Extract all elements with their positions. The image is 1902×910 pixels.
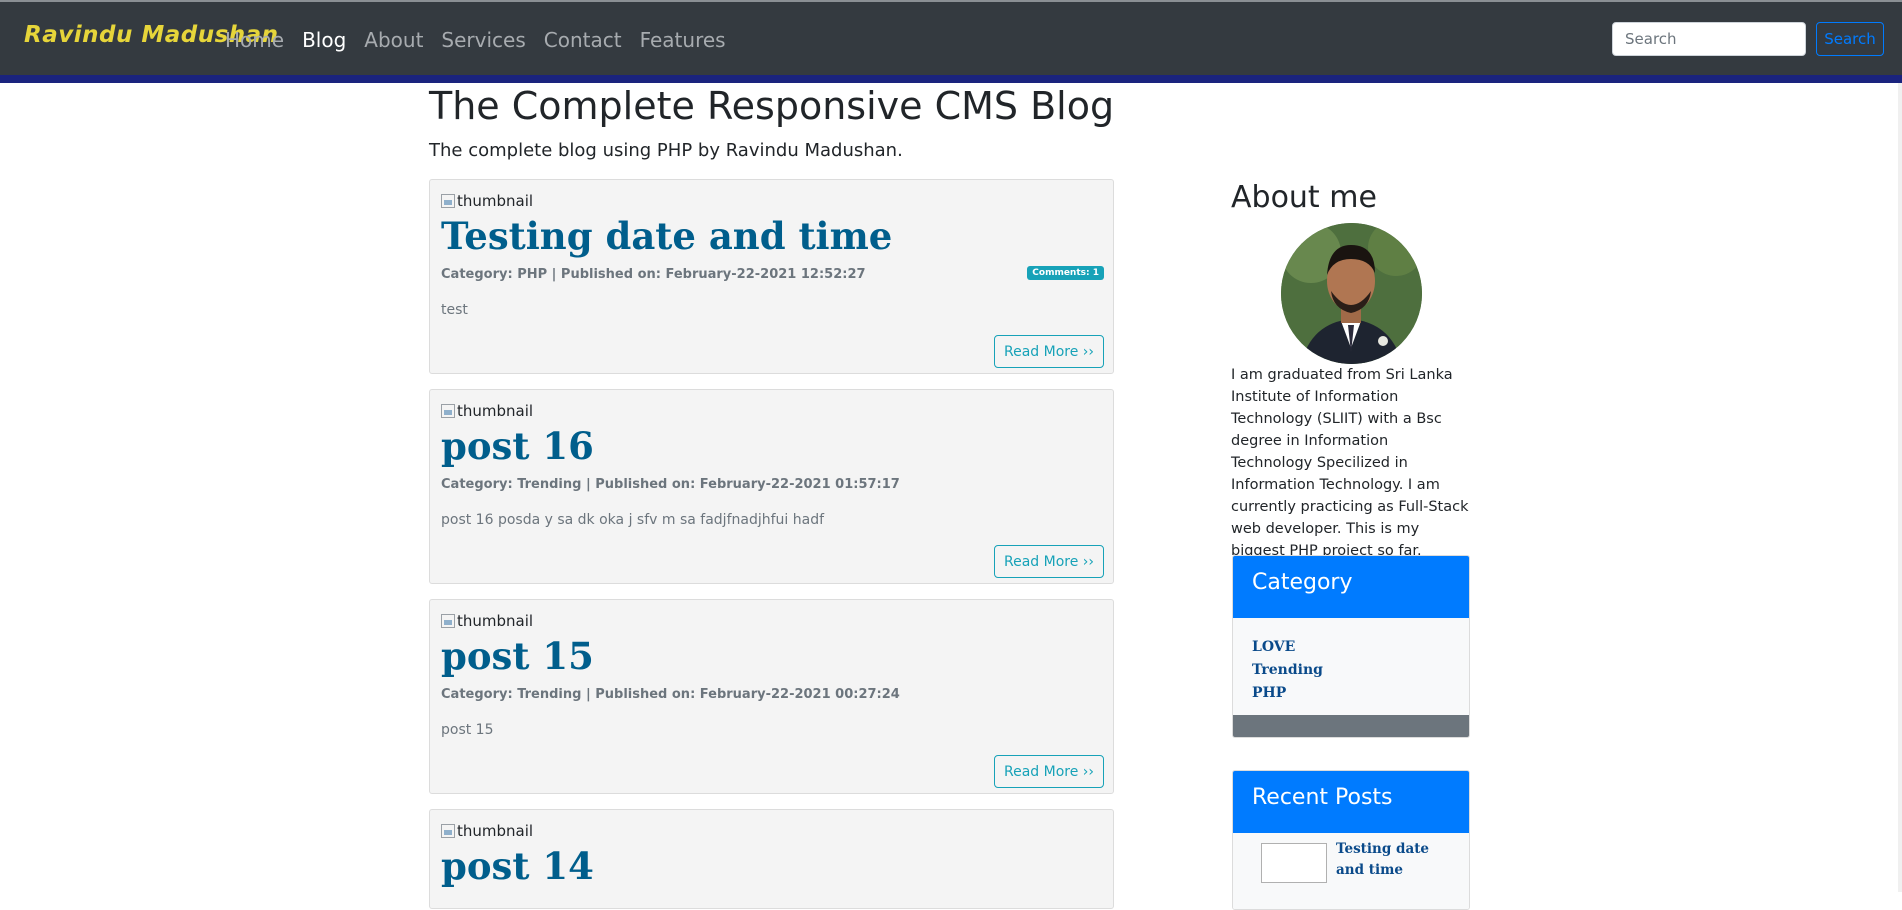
nav-links: Home Blog About Services Contact Feature… bbox=[225, 28, 744, 52]
post-thumbnail: thumbnail bbox=[441, 402, 533, 420]
nav-link-services[interactable]: Services bbox=[441, 28, 525, 52]
recent-post-title[interactable]: Testing date and time bbox=[1336, 839, 1456, 881]
page-subtitle: The complete blog using PHP by Ravindu M… bbox=[429, 140, 903, 161]
post-card: thumbnail post 16 Category: Trending | P… bbox=[429, 389, 1114, 584]
navbar: Ravindu Madushan Home Blog About Service… bbox=[0, 2, 1902, 75]
post-title[interactable]: post 14 bbox=[441, 844, 594, 888]
broken-image-icon bbox=[441, 194, 455, 208]
read-more-button[interactable]: Read More ›› bbox=[994, 335, 1104, 368]
post-card: thumbnail post 14 bbox=[429, 809, 1114, 909]
post-excerpt: post 15 bbox=[441, 722, 494, 738]
broken-image-icon bbox=[441, 404, 455, 418]
post-card: thumbnail post 15 Category: Trending | P… bbox=[429, 599, 1114, 794]
nav-link-features[interactable]: Features bbox=[640, 28, 726, 52]
category-panel-footer bbox=[1233, 715, 1469, 737]
comments-badge: Comments: 1 bbox=[1027, 266, 1104, 280]
search-button[interactable]: Search bbox=[1816, 22, 1884, 56]
post-title[interactable]: post 16 bbox=[441, 424, 594, 468]
nav-link-blog[interactable]: Blog bbox=[302, 28, 346, 52]
thumbnail-alt-text: thumbnail bbox=[457, 402, 534, 420]
category-link-love[interactable]: LOVE bbox=[1252, 636, 1450, 659]
nav-link-about[interactable]: About bbox=[364, 28, 423, 52]
about-heading: About me bbox=[1231, 180, 1377, 215]
post-excerpt: test bbox=[441, 302, 468, 318]
read-more-button[interactable]: Read More ›› bbox=[994, 755, 1104, 788]
recent-posts-panel: Recent Posts Testing date and time bbox=[1232, 770, 1470, 910]
profile-avatar bbox=[1281, 223, 1422, 364]
about-text: I am graduated from Sri Lanka Institute … bbox=[1231, 367, 1469, 559]
post-thumbnail: thumbnail bbox=[441, 612, 533, 630]
avatar-portrait bbox=[1281, 223, 1422, 364]
post-meta: Category: Trending | Published on: Febru… bbox=[441, 477, 900, 492]
broken-image-icon bbox=[441, 614, 455, 628]
recent-post-item: Testing date and time bbox=[1233, 833, 1469, 893]
post-title[interactable]: post 15 bbox=[441, 634, 594, 678]
read-more-button[interactable]: Read More ›› bbox=[994, 545, 1104, 578]
post-meta: Category: Trending | Published on: Febru… bbox=[441, 687, 900, 702]
post-thumbnail: thumbnail bbox=[441, 822, 533, 840]
recent-post-thumbnail bbox=[1261, 843, 1327, 883]
broken-image-icon bbox=[441, 824, 455, 838]
thumbnail-alt-text: thumbnail bbox=[457, 612, 534, 630]
recent-posts-list: Testing date and time bbox=[1233, 833, 1469, 909]
post-meta: Category: PHP | Published on: February-2… bbox=[441, 267, 866, 282]
thumbnail-alt-text: thumbnail bbox=[457, 822, 534, 840]
nav-link-contact[interactable]: Contact bbox=[544, 28, 622, 52]
nav-link-home[interactable]: Home bbox=[225, 28, 284, 52]
post-title[interactable]: Testing date and time bbox=[441, 214, 892, 258]
page-title: The Complete Responsive CMS Blog bbox=[429, 84, 1115, 128]
category-list: LOVE Trending PHP bbox=[1233, 618, 1469, 715]
page-scrollbar[interactable] bbox=[1898, 83, 1902, 892]
category-heading: Category bbox=[1233, 556, 1469, 618]
post-card: thumbnail Testing date and time Category… bbox=[429, 179, 1114, 374]
category-panel: Category LOVE Trending PHP bbox=[1232, 555, 1470, 738]
post-excerpt: post 16 posda y sa dk oka j sfv m sa fad… bbox=[441, 512, 825, 528]
accent-bar bbox=[0, 75, 1902, 83]
category-link-php[interactable]: PHP bbox=[1252, 682, 1450, 705]
thumbnail-alt-text: thumbnail bbox=[457, 192, 534, 210]
category-link-trending[interactable]: Trending bbox=[1252, 659, 1450, 682]
search-input[interactable] bbox=[1612, 22, 1806, 56]
post-thumbnail: thumbnail bbox=[441, 192, 533, 210]
recent-posts-heading: Recent Posts bbox=[1233, 771, 1469, 833]
